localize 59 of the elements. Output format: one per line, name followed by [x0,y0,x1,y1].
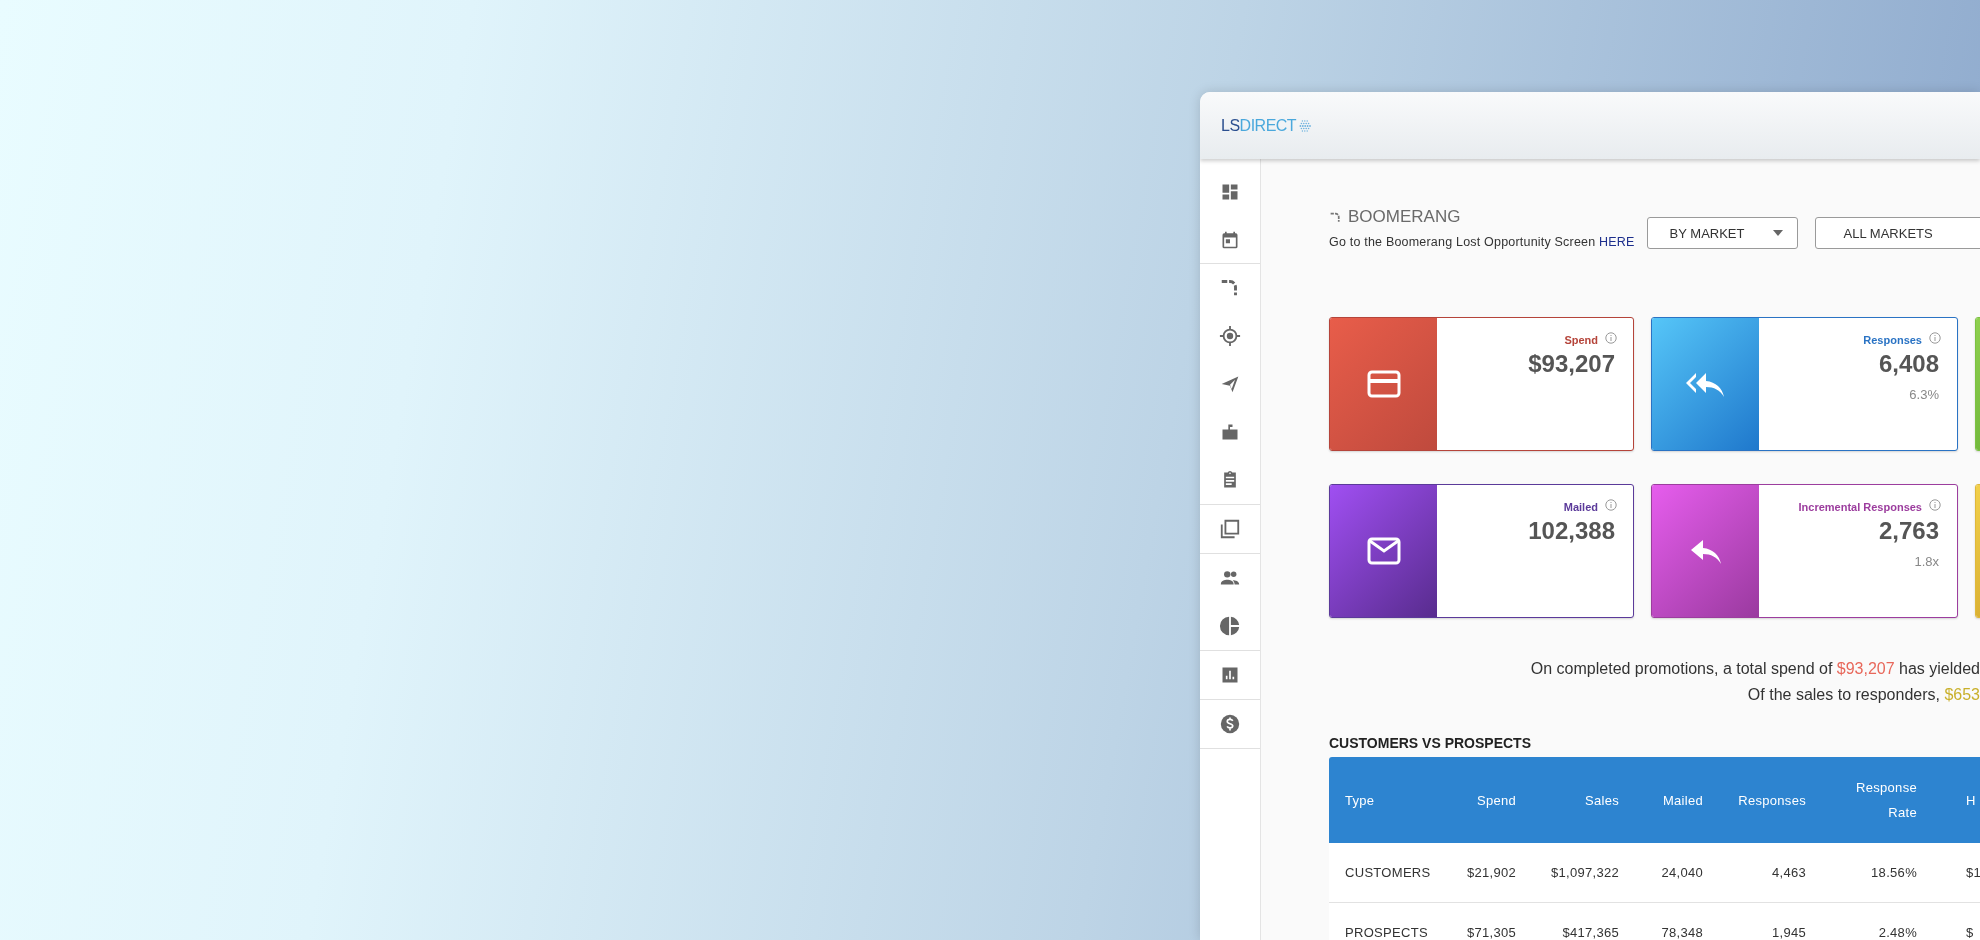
table-cell-text: $1,097,322 [1549,864,1620,882]
card-label: Incremental Responses [1798,501,1922,513]
card-value: 6,408 [1878,350,1939,378]
bar-chart-icon[interactable] [1220,665,1240,685]
send-icon[interactable] [1220,374,1240,394]
table-cell-text: $71,305 [1465,924,1517,940]
column-header: H [1965,791,1977,810]
card-label: Spend [1564,334,1598,346]
card-value: $93,207 [1528,350,1615,378]
reply-icon [1690,538,1721,564]
mailbox-icon[interactable] [1220,422,1240,442]
filter-dropdown[interactable]: ALL MARKETS [1814,217,1980,249]
column-header: Responses [1737,791,1807,810]
card-value: 2,763 [1878,517,1939,545]
credit-card-icon [1366,370,1401,398]
card-subvalue: 1.8x [1914,554,1939,569]
table-cell-text: 24,040 [1660,864,1704,882]
caret-icon [1772,230,1783,236]
here-link[interactable]: HERE [1599,235,1635,249]
table-cell-text: 18.56% [1870,864,1918,882]
dollar-icon[interactable] [1219,713,1241,735]
pie-chart-icon[interactable] [1219,615,1241,637]
summary-text: On completed promotions, a total spend of $93,207 has yielded [1530,659,1980,679]
card-subvalue: 6.3% [1909,387,1939,402]
table-cell-text: $21,902 [1465,864,1517,882]
column-header: Sales [1583,791,1620,810]
table-cell-text: PROSPECTS [1344,924,1429,940]
dashboard-icon[interactable] [1220,182,1240,202]
table-cell-text: CUSTOMERS [1344,864,1429,882]
table-cell-text: 78,348 [1660,924,1704,940]
page-title: BOOMERANG [1348,207,1461,227]
table-cell-text: 2.48% [1877,924,1918,940]
boomerang-icon [1329,210,1342,224]
info-icon[interactable] [1929,331,1941,344]
column-header: Type [1344,791,1376,810]
card-label: Mailed [1563,501,1598,513]
calendar-icon[interactable] [1220,229,1240,250]
subtitle-text: Go to the Boomerang Lost Opportunity Screen HERE [1329,235,1635,249]
column-header: Spend [1475,791,1517,810]
table-cell-text: 4,463 [1770,864,1807,882]
table-cell-text: $1 [1965,864,1980,882]
info-icon[interactable] [1929,498,1941,511]
target-icon[interactable] [1219,325,1241,347]
table-cell-text: 1,945 [1770,924,1807,940]
table-title: CUSTOMERS VS PROSPECTS [1329,735,1532,751]
info-icon[interactable] [1605,498,1617,511]
column-header: Mailed [1661,791,1704,810]
table-cell-text: $417,365 [1561,924,1620,940]
column-header: Response Rate [1855,779,1918,822]
envelope-icon [1366,537,1401,565]
copy-icon[interactable] [1219,518,1241,540]
logo: LSDIRECT [1221,116,1315,135]
info-icon[interactable] [1605,331,1617,344]
filter-dropdown[interactable]: BY MARKET [1646,217,1798,249]
summary-text: Of the sales to responders, $653 [1747,685,1980,705]
card-label: Responses [1863,334,1922,346]
card-value: 102,388 [1528,517,1615,545]
table-cell-text: $ [1965,924,1975,940]
reply-all-icon [1685,371,1726,397]
